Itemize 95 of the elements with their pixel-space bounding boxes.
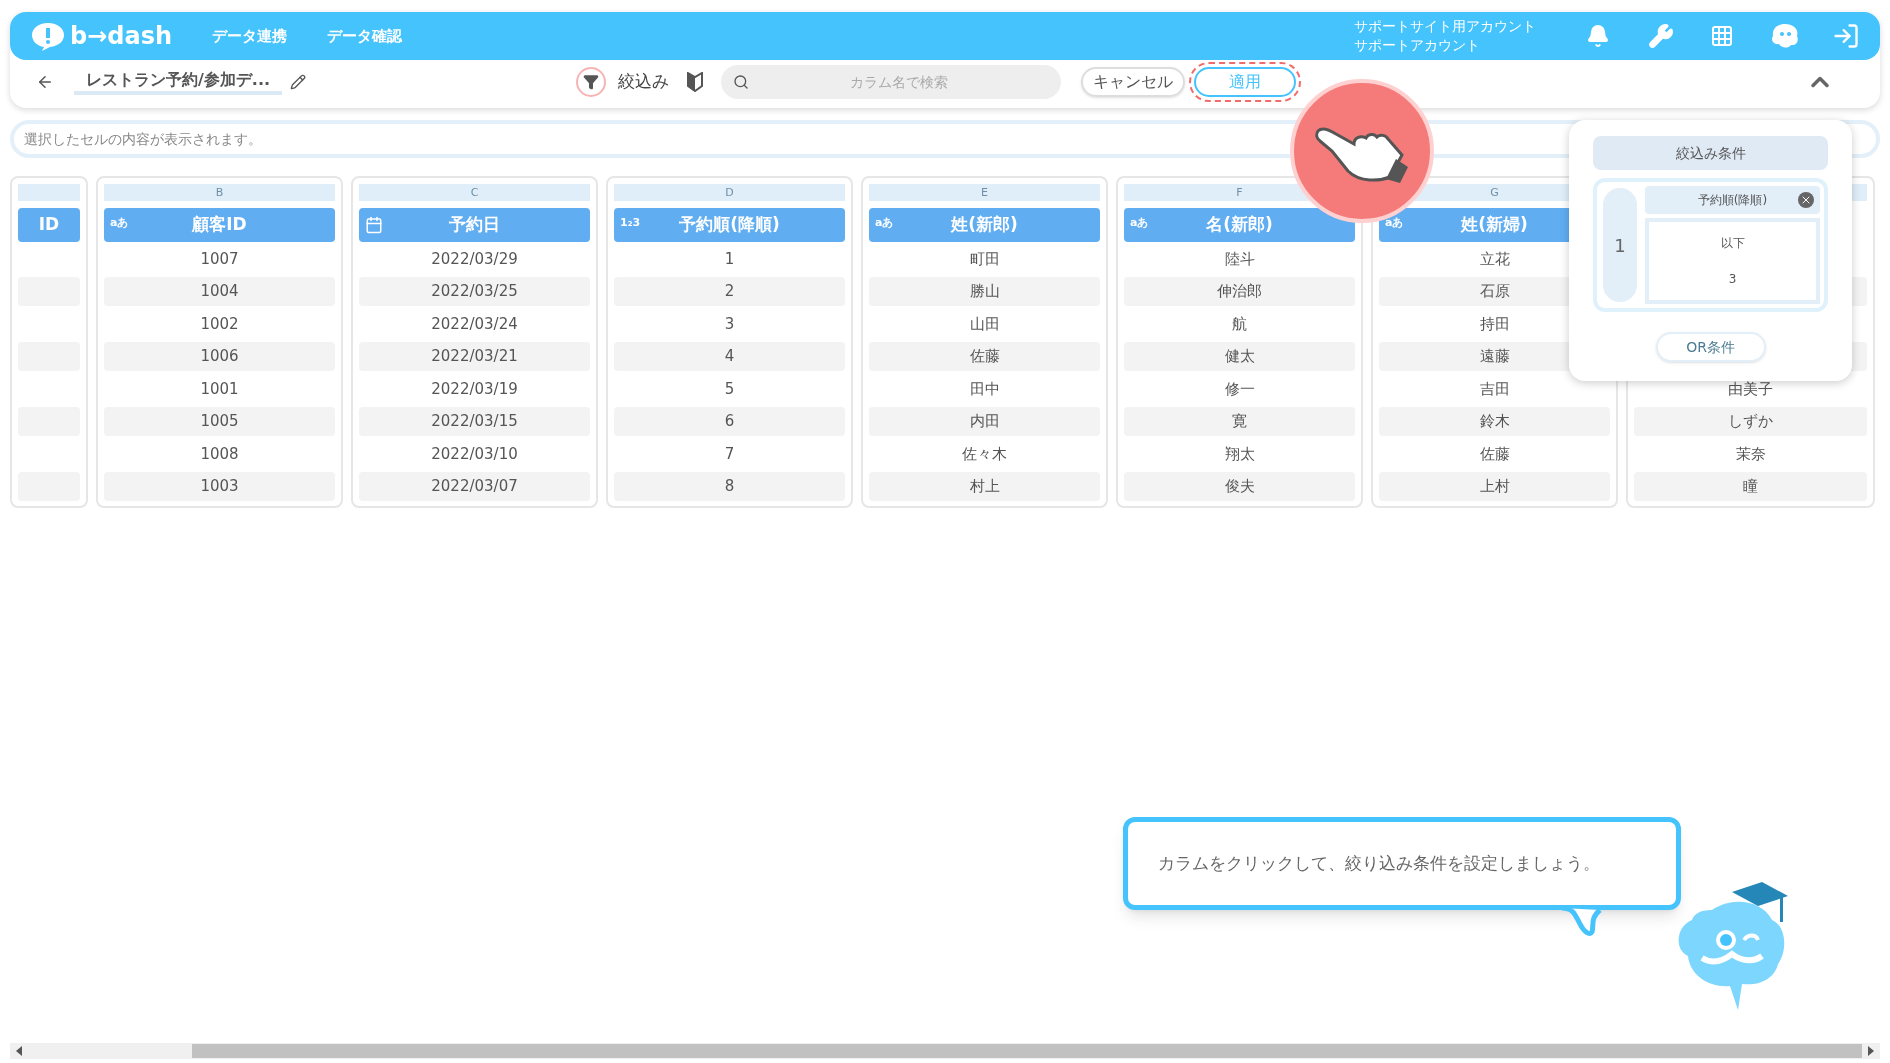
table-cell: 俊夫 <box>1124 471 1355 501</box>
table-cell: 瞳 <box>1634 471 1867 501</box>
table-cell-text: 1008 <box>199 443 240 465</box>
column-letter: E <box>869 184 1100 201</box>
type-label: aあ <box>1130 216 1149 230</box>
table-cell: 寛 <box>1124 406 1355 436</box>
nav-link[interactable]: データ確認 <box>327 24 403 48</box>
tutorial-bubble: カラムをクリックして、絞り込み条件を設定しましょう。 <box>1123 817 1681 910</box>
table-cell: 上村 <box>1379 471 1610 501</box>
table-cell-text: 1001 <box>199 378 240 400</box>
column-letter: B <box>104 184 335 201</box>
table-cell: 1006 <box>104 341 335 371</box>
table-cell: 2022/03/07 <box>359 471 590 501</box>
table-cell-text: 3 <box>723 313 736 335</box>
account-name: サポートサイト用アカウント <box>1354 17 1536 36</box>
column-letter: C <box>359 184 590 201</box>
search-field[interactable]: カラム名で検索 <box>721 65 1062 99</box>
account-name: サポートアカウント <box>1354 36 1481 55</box>
table-cell-text: 佐々木 <box>961 443 1008 465</box>
table-cell-text: 田中 <box>968 378 1001 400</box>
table-cell: 1003 <box>104 471 335 501</box>
cancel-button[interactable]: キャンセル <box>1081 67 1186 97</box>
table-cell-text: 山田 <box>968 313 1001 335</box>
or-condition-button[interactable]: OR条件 <box>1655 332 1766 362</box>
type-label: 1₂3 <box>620 216 641 230</box>
table-cell-text: 7 <box>723 443 736 465</box>
search-input[interactable]: カラム名で検索 <box>749 71 1050 93</box>
table-cell: 鈴木 <box>1379 406 1610 436</box>
condition-operator: 以下 <box>1720 235 1745 252</box>
table-cell-text: 2022/03/24 <box>430 313 519 335</box>
table-cell: 1005 <box>104 406 335 436</box>
table-cell-text: 由美子 <box>1727 378 1774 400</box>
logo[interactable]: b→dash <box>30 18 173 54</box>
table-cell: 内田 <box>869 406 1100 436</box>
table-cell: 勝山 <box>869 276 1100 306</box>
type-label: aあ <box>1385 216 1404 230</box>
column-header[interactable]: aあ 顧客ID <box>104 208 335 242</box>
table-cell-text: 1 <box>723 248 736 270</box>
condition-column: 予約順(降順) <box>1645 186 1820 214</box>
condition-index: 1 <box>1601 186 1639 304</box>
condition-value: 3 <box>1728 271 1737 288</box>
column-header[interactable]: aあ 姓(新郎) <box>869 208 1100 242</box>
table-cell: 村上 <box>869 471 1100 501</box>
column-header[interactable]: 1₂3 予約順(降順) <box>614 208 845 242</box>
search-icon <box>733 74 750 90</box>
type-label: aあ <box>875 216 894 230</box>
table-cell-text: 5 <box>723 378 736 400</box>
calendar-icon <box>365 216 383 234</box>
table-cell-text: 立花 <box>1478 248 1511 270</box>
column-header[interactable]: 予約日 <box>359 208 590 242</box>
table-cell-text: 1007 <box>199 248 240 270</box>
scroll-right-icon[interactable] <box>1868 1046 1874 1056</box>
column-letter <box>18 184 80 201</box>
filter-label: 絞込み <box>618 70 670 94</box>
table-cell-text: 2022/03/10 <box>430 443 519 465</box>
table-cell-text: 航 <box>1231 313 1248 335</box>
table-cell: 伸治郎 <box>1124 276 1355 306</box>
report-title[interactable]: レストラン予約/参加デ... <box>74 69 283 95</box>
table-cell: 2022/03/15 <box>359 406 590 436</box>
table-cell: 佐藤 <box>869 341 1100 371</box>
table-cell: 2 <box>614 276 845 306</box>
condition-body[interactable]: 以下 3 <box>1645 218 1820 304</box>
table-cell-text: 2022/03/29 <box>430 248 519 270</box>
filter-icon[interactable] <box>576 67 607 97</box>
table-cell: 4 <box>614 341 845 371</box>
column-letter: D <box>614 184 845 201</box>
table-cell: 6 <box>614 406 845 436</box>
apply-button[interactable]: 適用 <box>1194 67 1297 97</box>
panel-title: 絞込み条件 <box>1593 136 1828 170</box>
table-cell: しずか <box>1634 406 1867 436</box>
table-cell-text: 吉田 <box>1478 378 1511 400</box>
table-cell: 健太 <box>1124 341 1355 371</box>
column-header[interactable]: ID <box>18 208 80 242</box>
scroll-left-icon[interactable] <box>16 1046 22 1056</box>
table-cell-text: 2022/03/19 <box>430 378 519 400</box>
table-cell-text: 佐藤 <box>1478 443 1511 465</box>
back-icon[interactable] <box>36 73 54 91</box>
table-cell-text: 町田 <box>968 248 1001 270</box>
table-cell-text: 修一 <box>1223 378 1256 400</box>
table-cell-text: 1002 <box>199 313 240 335</box>
remove-icon[interactable] <box>1798 192 1814 208</box>
table-cell-text: 翔太 <box>1223 443 1256 465</box>
table-cell: 2022/03/21 <box>359 341 590 371</box>
edit-icon[interactable] <box>290 74 307 90</box>
speech-bubble-icon <box>30 21 66 51</box>
table-cell: 1004 <box>104 276 335 306</box>
table-cell-text: 陸斗 <box>1223 248 1256 270</box>
table-cell: 2022/03/25 <box>359 276 590 306</box>
beginner-mark-icon[interactable] <box>687 72 704 92</box>
nav-link[interactable]: データ連携 <box>212 24 288 48</box>
type-label: aあ <box>110 216 129 230</box>
scrollbar-thumb[interactable] <box>192 1044 1862 1058</box>
table-cell: 8 <box>614 471 845 501</box>
table-cell-text: 茉奈 <box>1734 443 1767 465</box>
table-cell-text: 持田 <box>1478 313 1511 335</box>
